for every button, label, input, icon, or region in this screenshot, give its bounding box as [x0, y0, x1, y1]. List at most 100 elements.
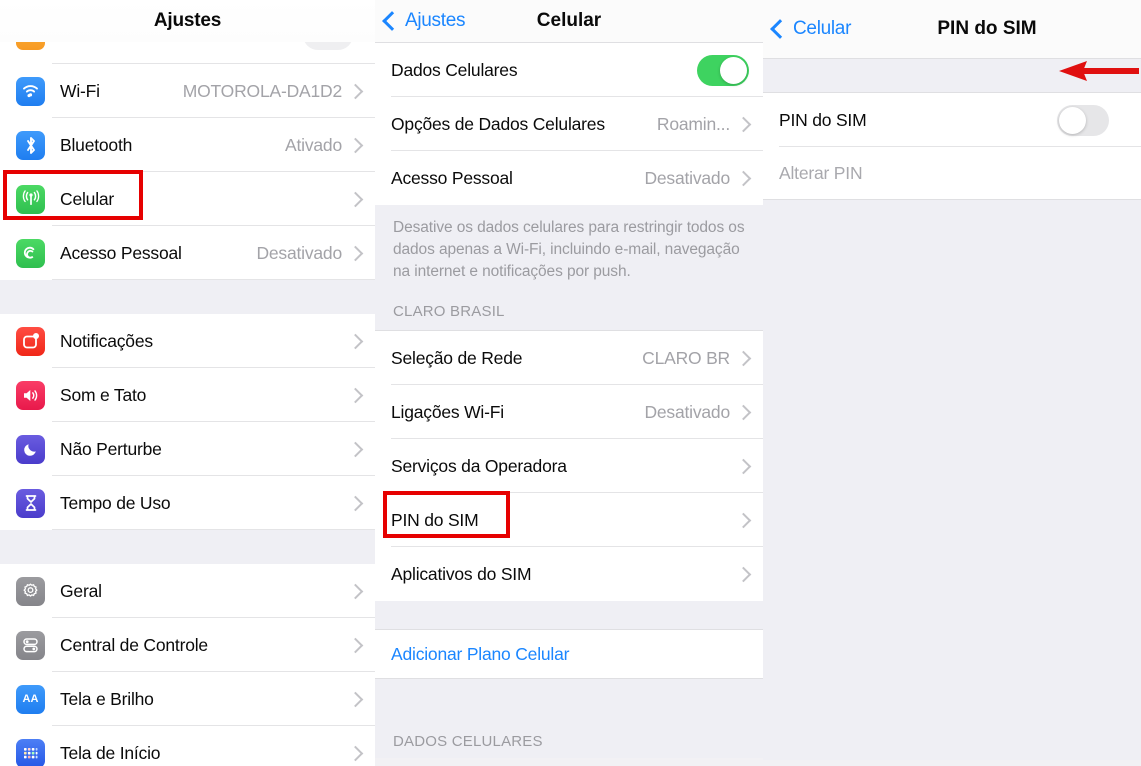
- sidebar-item-tela-de-inicio[interactable]: Tela de Início: [0, 726, 375, 766]
- wifi-icon: [16, 76, 45, 106]
- chevron-right-icon: [347, 745, 364, 761]
- sidebar-item-tela-e-brilho[interactable]: AA Tela e Brilho: [0, 672, 375, 726]
- chevron-right-icon: [735, 404, 752, 420]
- sidebar-item-label: Wi-Fi: [60, 80, 100, 101]
- cellular-group-2: Seleção de Rede CLARO BR Ligações Wi-Fi …: [375, 330, 763, 601]
- chevron-right-icon: [347, 495, 364, 511]
- bottom-empty-area: [763, 199, 1141, 760]
- sidebar-item-label: Não Perturbe: [60, 438, 162, 459]
- row-value: Desativado: [644, 167, 730, 188]
- dados-celulares-toggle[interactable]: [697, 54, 749, 86]
- sidebar-item-label: Central de Controle: [60, 634, 208, 655]
- chevron-right-icon: [347, 583, 364, 599]
- settings-group-3: Geral Central de Controle AA Tela e Bril…: [0, 564, 375, 766]
- bluetooth-icon: [16, 130, 45, 160]
- chevron-slot: [341, 583, 364, 599]
- toggle-knob: [1059, 106, 1086, 134]
- row-servicos-da-operadora[interactable]: Serviços da Operadora: [375, 439, 763, 493]
- mid-navbar: Ajustes Celular: [375, 0, 763, 42]
- left-navbar: Ajustes: [0, 0, 375, 42]
- chevron-right-icon: [347, 191, 364, 207]
- row-partial-airplane-mode[interactable]: [0, 42, 375, 64]
- sim-pin-toggle[interactable]: [1057, 104, 1109, 136]
- chevron-slot: [341, 495, 364, 511]
- row-value: Desativado: [644, 401, 730, 422]
- carrier-section-header: CLARO BRASIL: [375, 285, 763, 330]
- settings-panel: Ajustes Wi-Fi MOTOROLA-DA1D2 Bluetooth A…: [0, 0, 375, 766]
- sim-pin-group: PIN do SIM Alterar PIN: [763, 93, 1141, 199]
- row-pin-do-sim-toggle[interactable]: PIN do SIM: [763, 93, 1141, 147]
- cellular-group-1: Dados Celulares Opções de Dados Celulare…: [375, 42, 763, 205]
- chevron-slot: [341, 333, 364, 349]
- sidebar-item-label: Tela de Início: [60, 742, 161, 763]
- row-dados-celulares[interactable]: Dados Celulares: [375, 43, 763, 97]
- back-button-celular[interactable]: Celular: [770, 18, 852, 40]
- notifications-icon: [16, 326, 45, 356]
- sidebar-item-nao-perturbe[interactable]: Não Perturbe: [0, 422, 375, 476]
- chevron-right-icon: [347, 137, 364, 153]
- row-selecao-de-rede[interactable]: Seleção de Rede CLARO BR: [375, 331, 763, 385]
- home-screen-icon: [16, 738, 45, 766]
- chevron-right-icon: [735, 512, 752, 528]
- row-alterar-pin[interactable]: Alterar PIN: [763, 147, 1141, 199]
- display-brightness-icon: AA: [16, 684, 45, 714]
- sidebar-item-notificacoes[interactable]: Notificações: [0, 314, 375, 368]
- control-center-icon: [16, 630, 45, 660]
- sidebar-item-bluetooth[interactable]: Bluetooth Ativado: [0, 118, 375, 172]
- sidebar-item-acesso-pessoal[interactable]: Acesso Pessoal Desativado: [0, 226, 375, 280]
- sidebar-item-label: Celular: [60, 188, 115, 209]
- chevron-right-icon: [735, 566, 752, 582]
- row-label: Dados Celulares: [391, 59, 518, 80]
- row-value: Roamin...: [656, 113, 730, 134]
- row-aplicativos-do-sim[interactable]: Aplicativos do SIM: [375, 547, 763, 601]
- sidebar-item-central-de-controle[interactable]: Central de Controle: [0, 618, 375, 672]
- back-button-label: Celular: [793, 18, 852, 39]
- chevron-right-icon: [735, 458, 752, 474]
- chevron-left-icon: [770, 18, 790, 39]
- toggle-knob: [720, 56, 747, 84]
- chevron-left-icon: [382, 10, 402, 31]
- sidebar-item-wifi[interactable]: Wi-Fi MOTOROLA-DA1D2: [0, 64, 375, 118]
- row-pin-do-sim[interactable]: PIN do SIM: [375, 493, 763, 547]
- row-opcoes-dados-celulares[interactable]: Opções de Dados Celulares Roamin...: [375, 97, 763, 151]
- row-separator: [52, 279, 375, 280]
- chevron-slot: [729, 566, 752, 582]
- chevron-right-icon: [347, 637, 364, 653]
- sidebar-item-geral[interactable]: Geral: [0, 564, 375, 618]
- chevron-right-icon: [735, 116, 752, 132]
- page-title: PIN do SIM: [937, 18, 1037, 39]
- sidebar-item-celular[interactable]: Celular: [0, 172, 375, 226]
- chevron-slot: [729, 512, 752, 528]
- chevron-right-icon: [735, 350, 752, 366]
- chevron-slot: [341, 637, 364, 653]
- row-adicionar-plano-celular[interactable]: Adicionar Plano Celular: [375, 630, 763, 678]
- cellular-group-3: Adicionar Plano Celular: [375, 630, 763, 678]
- sidebar-item-label: Tela e Brilho: [60, 688, 154, 709]
- chevron-right-icon: [347, 387, 364, 403]
- right-navbar: Celular PIN do SIM: [763, 0, 1141, 58]
- row-label: Acesso Pessoal: [391, 167, 513, 188]
- cellular-panel: Ajustes Celular Dados Celulares Opções d…: [375, 0, 763, 766]
- sim-pin-panel: Celular PIN do SIM PIN do SIM Alterar PI…: [763, 0, 1141, 766]
- back-button-ajustes[interactable]: Ajustes: [382, 10, 466, 32]
- sidebar-item-value: Desativado: [256, 242, 342, 263]
- row-label: Alterar PIN: [779, 162, 863, 183]
- airplane-mode-toggle[interactable]: [303, 42, 353, 50]
- sidebar-item-label: Som e Tato: [60, 384, 147, 405]
- screen-time-icon: [16, 488, 45, 518]
- row-label: PIN do SIM: [391, 509, 479, 530]
- cellular-data-note: Desative os dados celulares para restrin…: [375, 205, 763, 285]
- row-ligacoes-wifi[interactable]: Ligações Wi-Fi Desativado: [375, 385, 763, 439]
- sidebar-item-som-e-tato[interactable]: Som e Tato: [0, 368, 375, 422]
- row-acesso-pessoal[interactable]: Acesso Pessoal Desativado: [375, 151, 763, 205]
- row-label: PIN do SIM: [779, 109, 867, 130]
- row-value: CLARO BR: [642, 347, 730, 368]
- row-label: Opções de Dados Celulares: [391, 113, 605, 134]
- sidebar-item-value: MOTOROLA-DA1D2: [182, 80, 342, 101]
- row-label: Aplicativos do SIM: [391, 563, 532, 584]
- chevron-right-icon: [347, 691, 364, 707]
- chevron-slot: [341, 745, 364, 761]
- sidebar-item-label: Tempo de Uso: [60, 492, 171, 513]
- row-label: Adicionar Plano Celular: [391, 643, 570, 664]
- sidebar-item-tempo-de-uso[interactable]: Tempo de Uso: [0, 476, 375, 530]
